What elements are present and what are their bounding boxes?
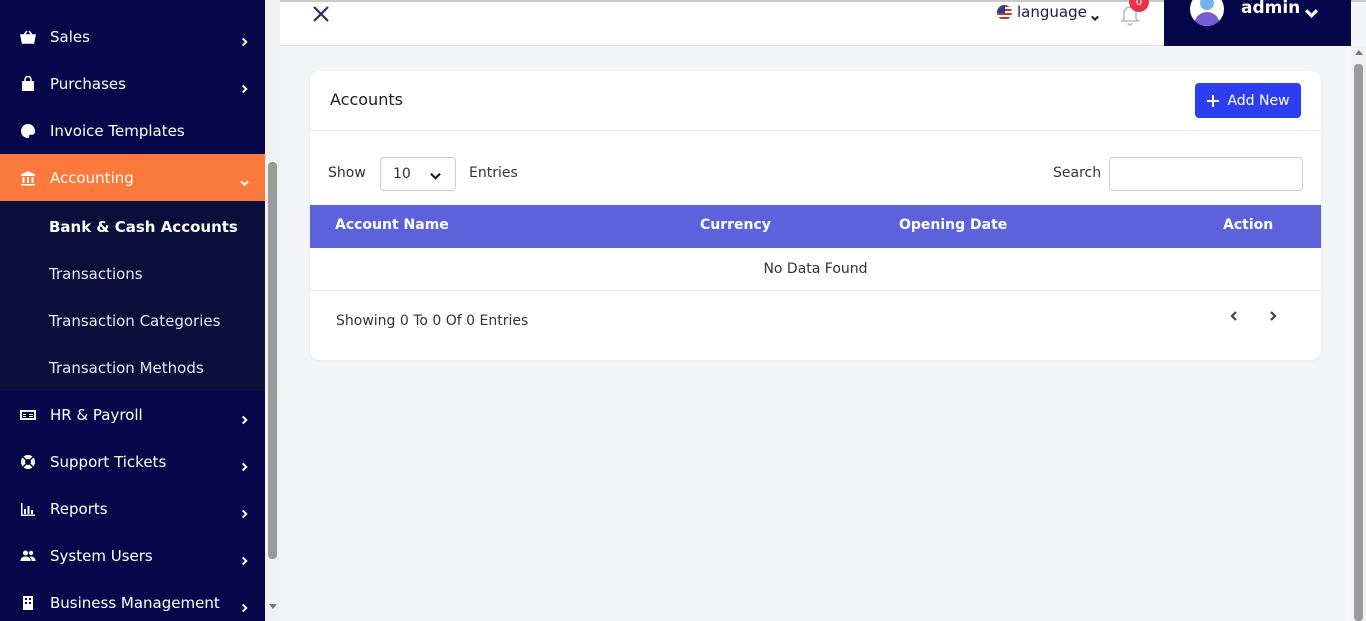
avatar [1190, 0, 1224, 26]
plus-icon [1206, 94, 1220, 108]
add-new-button[interactable]: Add New [1195, 83, 1301, 118]
sidebar-item-label: Invoice Templates [50, 121, 185, 140]
empty-state-text: No Data Found [763, 261, 868, 277]
table-header: Account Name Currency Opening Date Actio… [310, 205, 1321, 248]
chevron-left-icon [1230, 311, 1237, 321]
column-header-currency[interactable]: Currency [700, 217, 771, 233]
sidebar-item-label: Accounting [50, 168, 134, 187]
search-input[interactable] [1109, 157, 1303, 191]
pagination-prev-button[interactable] [1229, 306, 1243, 321]
close-sidebar-button[interactable] [311, 4, 331, 24]
pagination-info: Showing 0 To 0 Of 0 Entries [336, 313, 529, 329]
sidebar-item-business-management[interactable]: Business Management [0, 579, 265, 621]
sidebar-item-purchases[interactable]: Purchases [0, 60, 265, 107]
table-controls: Show 10 Entries Search [310, 157, 1321, 191]
chevron-down-icon [1304, 4, 1319, 19]
basket-icon [19, 28, 36, 45]
entries-value: 10 [393, 166, 411, 182]
chevron-right-icon [240, 551, 249, 565]
shopping-bag-icon [19, 75, 36, 92]
chevron-down-icon [430, 169, 441, 180]
sidebar-item-hr-payroll[interactable]: HR & Payroll [0, 391, 265, 438]
lifebuoy-icon [19, 453, 36, 470]
search-label: Search [1053, 165, 1102, 181]
sidebar-item-label: Support Tickets [50, 452, 167, 471]
sidebar: Sales Purchases Invoice Templates Accoun… [0, 0, 265, 621]
scroll-up-arrow-icon[interactable] [1355, 50, 1363, 55]
chevron-right-icon [1270, 311, 1277, 321]
users-icon [19, 547, 36, 564]
column-header-action: Action [1223, 217, 1274, 233]
sidebar-item-label: Reports [50, 499, 108, 518]
building-icon [19, 594, 36, 611]
chevron-down-icon [240, 173, 249, 186]
close-icon [313, 6, 329, 22]
sidebar-item-label: Sales [50, 27, 90, 46]
money-bill-icon [19, 406, 36, 423]
chevron-right-icon [240, 457, 249, 471]
bar-chart-icon [19, 500, 36, 517]
sidebar-subitem-transaction-methods[interactable]: Transaction Methods [0, 344, 265, 391]
page-title: Accounts [330, 90, 403, 109]
page-scrollbar-thumb[interactable] [1354, 64, 1363, 621]
show-label: Show [328, 165, 366, 181]
sidebar-scrollbar-thumb[interactable] [268, 162, 277, 559]
add-new-label: Add New [1227, 92, 1290, 109]
entries-per-page-select[interactable]: 10 [380, 157, 456, 191]
chevron-right-icon [240, 410, 249, 424]
pagination-next-button[interactable] [1268, 306, 1282, 321]
chevron-right-icon [240, 79, 249, 93]
sidebar-item-support-tickets[interactable]: Support Tickets [0, 438, 265, 485]
sidebar-item-invoice-templates[interactable]: Invoice Templates [0, 107, 265, 154]
accounting-submenu: Bank & Cash Accounts Transactions Transa… [0, 201, 265, 391]
accounts-card: Accounts Add New Show 10 Entries Search … [310, 71, 1321, 360]
table-row: No Data Found [310, 248, 1321, 291]
chevron-right-icon [240, 32, 249, 46]
entries-label: Entries [469, 165, 518, 181]
scroll-down-arrow-icon[interactable] [269, 604, 277, 609]
sidebar-item-reports[interactable]: Reports [0, 485, 265, 532]
chevron-right-icon [240, 504, 249, 518]
sidebar-subitem-bank-cash-accounts[interactable]: Bank & Cash Accounts [0, 203, 265, 250]
sidebar-item-label: HR & Payroll [50, 405, 143, 424]
sidebar-item-label: Purchases [50, 74, 126, 93]
sidebar-item-system-users[interactable]: System Users [0, 532, 265, 579]
bank-icon [19, 169, 36, 186]
user-profile-menu[interactable]: admin [1164, 0, 1351, 46]
sidebar-subitem-transactions[interactable]: Transactions [0, 250, 265, 297]
palette-icon [19, 122, 36, 139]
sidebar-item-label: System Users [50, 546, 153, 565]
chevron-right-icon [240, 598, 249, 612]
language-dropdown[interactable]: language [997, 2, 1099, 22]
accounts-table: Account Name Currency Opening Date Actio… [310, 205, 1321, 291]
column-header-account-name[interactable]: Account Name [335, 217, 449, 233]
language-label: language [1017, 3, 1087, 21]
sidebar-subitem-transaction-categories[interactable]: Transaction Categories [0, 297, 265, 344]
card-header: Accounts Add New [310, 71, 1321, 131]
chevron-down-icon [1090, 8, 1099, 22]
sidebar-item-accounting[interactable]: Accounting [0, 154, 265, 201]
us-flag-icon [997, 4, 1012, 20]
user-name: admin [1241, 0, 1301, 18]
sidebar-item-label: Business Management [50, 593, 220, 612]
column-header-opening-date[interactable]: Opening Date [899, 217, 1007, 233]
sidebar-item-sales[interactable]: Sales [0, 13, 265, 60]
